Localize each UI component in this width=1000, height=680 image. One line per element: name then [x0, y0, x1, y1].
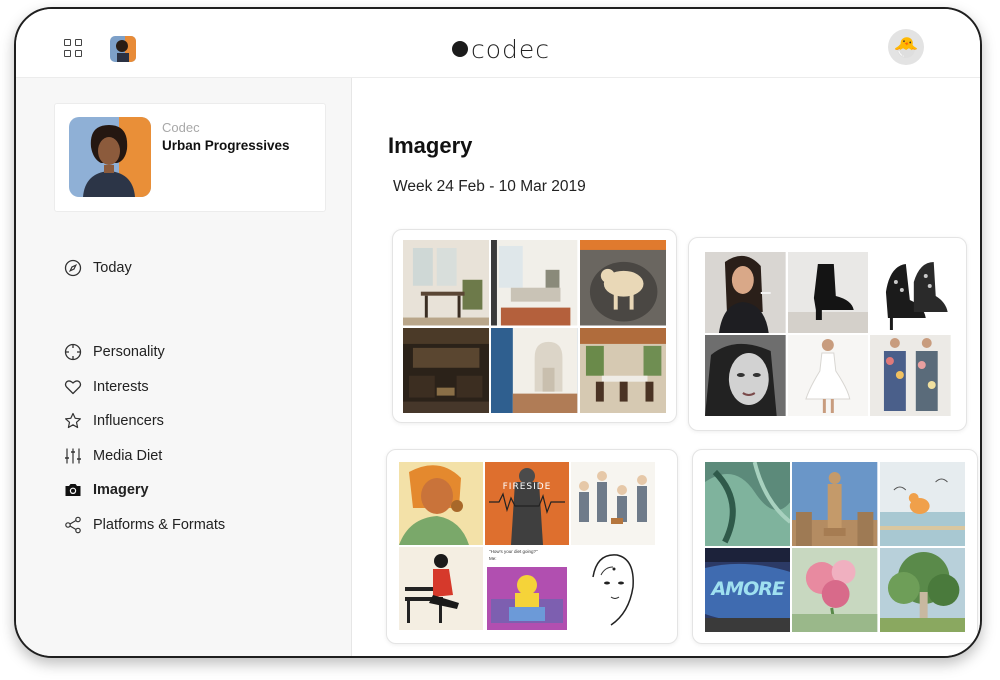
apps-grid-icon[interactable] — [64, 39, 84, 59]
date-range: Week 24 Feb - 10 Mar 2019 — [393, 178, 586, 195]
image-dining-room — [403, 240, 490, 326]
nav-item-today[interactable]: Today — [64, 251, 132, 286]
nav-label-influencers: Influencers — [93, 413, 164, 430]
profile-card: Codec Urban Progressives — [54, 103, 326, 212]
image-woman-smoking — [705, 252, 786, 333]
cartoon-reply: Me: — [489, 556, 497, 561]
image-ink-portrait — [571, 547, 655, 630]
image-dog-on-chair — [579, 240, 666, 326]
sliders-icon — [65, 448, 81, 464]
nav-item-imagery[interactable]: Imagery — [64, 473, 225, 508]
nav-label-media-diet: Media Diet — [93, 447, 163, 464]
nav-today-group: Today — [64, 251, 132, 286]
nav-sections: Personality Interests Influencers Media … — [64, 335, 225, 542]
nav-label-platforms-formats: Platforms & Formats — [93, 516, 226, 533]
segment-thumbnail[interactable] — [110, 36, 136, 62]
image-white-doorway — [491, 327, 578, 413]
page-title: Imagery — [388, 133, 473, 158]
nav-item-interests[interactable]: Interests — [64, 370, 225, 405]
image-flower-painting — [792, 548, 878, 632]
fireside-text: FIRESIDE — [502, 482, 552, 492]
nav-item-platforms-formats[interactable]: Platforms & Formats — [64, 508, 225, 543]
nav-label-personality: Personality — [93, 344, 165, 361]
image-statue — [792, 462, 878, 546]
collage-fashion — [705, 252, 951, 416]
image-patio-dining — [579, 327, 666, 413]
collage-interiors — [403, 240, 666, 413]
codec-logo: codec — [452, 34, 550, 64]
image-white-dress — [787, 335, 869, 416]
image-cartoon-family — [571, 462, 655, 545]
app-window: codec 🐣 Codec Urban Progressives Today P… — [14, 7, 982, 658]
nav-label-interests: Interests — [93, 378, 149, 395]
image-portrait-bw — [705, 335, 786, 416]
image-reading-on-bench — [399, 547, 483, 630]
imagery-card-fashion[interactable] — [688, 237, 967, 431]
nav-label-today: Today — [93, 260, 132, 277]
image-fireside-poster: FIRESIDE — [485, 462, 569, 545]
main-content: Imagery Week 24 Feb - 10 Mar 2019 FIRESI… — [352, 101, 980, 656]
image-comic-girl — [399, 462, 483, 545]
collage-illustration: FIRESIDE "How's your diet going?" Me: — [399, 462, 655, 630]
cartoon-caption: "How's your diet going?" — [489, 549, 538, 554]
image-graffiti-wall: AMORE — [705, 548, 791, 632]
org-name: Codec — [162, 120, 200, 135]
nav-label-imagery: Imagery — [93, 482, 149, 499]
star-icon — [65, 413, 81, 429]
imagery-card-art[interactable]: AMORE — [692, 449, 978, 644]
crosshair-icon — [64, 344, 82, 361]
collage-art: AMORE — [705, 462, 965, 632]
logo-mark-icon — [452, 41, 468, 57]
image-watercolor-birds — [879, 462, 965, 546]
profile-photo — [69, 117, 151, 197]
image-studded-heels — [870, 252, 951, 333]
camera-icon — [65, 484, 81, 497]
top-bar: codec 🐣 — [16, 9, 980, 78]
sidebar: Codec Urban Progressives Today Personali… — [16, 78, 352, 656]
nav-item-influencers[interactable]: Influencers — [64, 404, 225, 439]
heart-icon — [64, 380, 82, 394]
user-avatar[interactable]: 🐣 — [888, 29, 924, 65]
imagery-card-illustration[interactable]: FIRESIDE "How's your diet going?" Me: — [386, 449, 678, 644]
imagery-card-interiors[interactable] — [392, 229, 677, 423]
image-dark-lounge — [403, 327, 490, 413]
image-cartoon-couch: "How's your diet going?" Me: — [485, 547, 569, 630]
graffiti-text: AMORE — [711, 578, 784, 600]
share-icon — [65, 516, 81, 534]
image-green-abstract — [705, 462, 791, 546]
image-floral-outfit — [870, 335, 951, 416]
image-tree-painting — [879, 548, 965, 632]
image-living-room — [491, 240, 578, 326]
image-black-ankle-boot — [787, 252, 869, 333]
nav-item-personality[interactable]: Personality — [64, 335, 225, 370]
segment-name: Urban Progressives — [162, 138, 290, 153]
nav-item-media-diet[interactable]: Media Diet — [64, 439, 225, 474]
compass-icon — [64, 260, 82, 277]
